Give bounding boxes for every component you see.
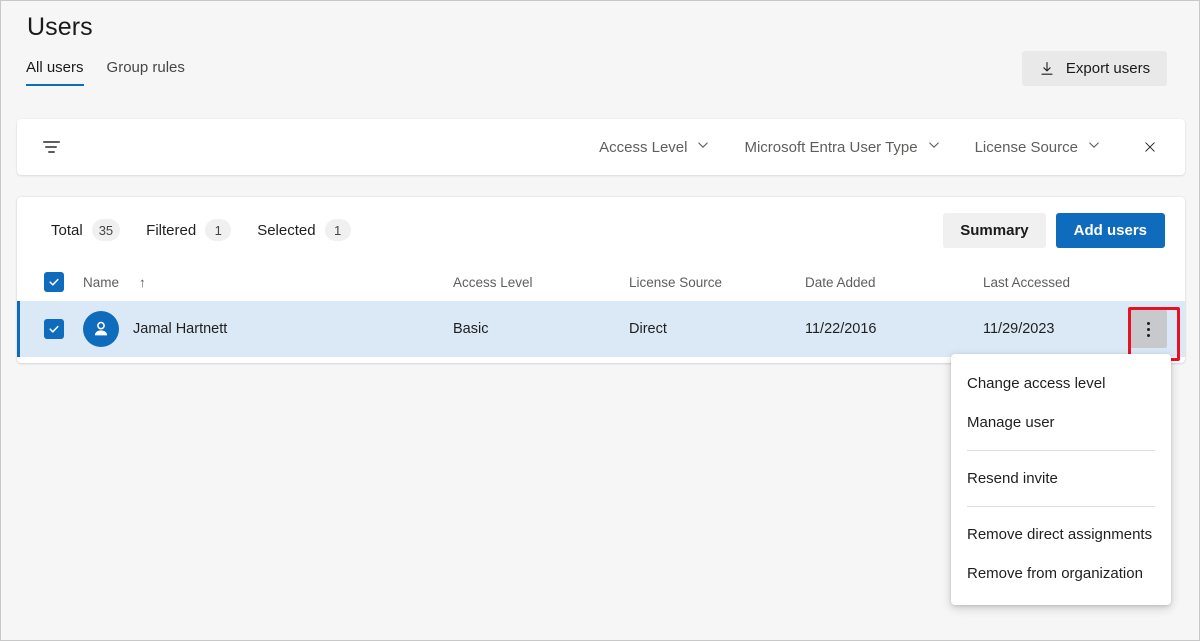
count-total-value: 35 [92,219,120,241]
row-name-cell: Jamal Hartnett [83,311,453,347]
select-all-cell [17,272,83,292]
users-page: Users All users Group rules Export users… [0,0,1200,641]
column-header-name-label: Name [83,275,119,290]
download-icon [1039,61,1055,77]
row-date-added: 11/22/2016 [805,321,983,337]
tab-all-users-label: All users [26,59,84,76]
count-selected-value: 1 [325,219,351,241]
table-header-row: Name ↑ Access Level License Source Date … [17,263,1185,301]
count-group: Total 35 Filtered 1 Selected 1 [51,219,351,241]
summary-button[interactable]: Summary [943,213,1045,248]
avatar [83,311,119,347]
filter-access-level-label: Access Level [599,139,687,156]
count-filtered: Filtered 1 [146,219,231,241]
column-header-date-added[interactable]: Date Added [805,275,983,290]
row-access-level: Basic [453,321,629,337]
count-selected-label: Selected [257,222,315,239]
menu-item-resend-invite[interactable]: Resend invite [951,459,1171,498]
row-checkbox[interactable] [44,319,64,339]
sort-ascending-icon: ↑ [139,275,146,290]
chevron-down-icon [927,138,941,156]
count-total-label: Total [51,222,83,239]
filter-entra-user-type-label: Microsoft Entra User Type [744,139,917,156]
more-vertical-icon[interactable] [1129,310,1167,348]
tab-group-rules-label: Group rules [107,59,185,76]
column-header-name[interactable]: Name ↑ [83,275,453,290]
export-users-button[interactable]: Export users [1022,51,1167,86]
column-header-last-accessed[interactable]: Last Accessed [983,275,1128,290]
chevron-down-icon [696,138,710,156]
chevron-down-icon [1087,138,1101,156]
row-select-cell [17,319,83,339]
row-actions-cell [1128,310,1185,348]
row-name-label: Jamal Hartnett [133,321,227,337]
select-all-checkbox[interactable] [44,272,64,292]
export-users-label: Export users [1066,60,1150,77]
filter-entra-user-type[interactable]: Microsoft Entra User Type [742,134,942,160]
row-last-accessed: 11/29/2023 [983,321,1128,337]
filter-access-level[interactable]: Access Level [597,134,712,160]
tab-list: All users Group rules [26,59,185,86]
count-filtered-label: Filtered [146,222,196,239]
count-filtered-value: 1 [205,219,231,241]
tab-all-users[interactable]: All users [26,59,84,86]
count-total: Total 35 [51,219,120,241]
menu-divider [967,450,1155,451]
menu-item-change-access-level[interactable]: Change access level [951,364,1171,403]
filter-dropdown-group: Access Level Microsoft Entra User Type L… [597,134,1185,160]
users-table-card: Total 35 Filtered 1 Selected 1 Summary A… [17,197,1185,363]
column-header-license-source[interactable]: License Source [629,275,805,290]
table-row[interactable]: Jamal Hartnett Basic Direct 11/22/2016 1… [17,301,1185,357]
menu-item-manage-user[interactable]: Manage user [951,403,1171,442]
filter-license-source[interactable]: License Source [973,134,1103,160]
page-title: Users [27,13,93,42]
menu-item-remove-from-organization[interactable]: Remove from organization [951,554,1171,593]
menu-divider [967,506,1155,507]
toolbar-actions: Summary Add users [943,213,1165,248]
filter-license-source-label: License Source [975,139,1078,156]
filter-bar: Access Level Microsoft Entra User Type L… [17,119,1185,175]
row-context-menu: Change access level Manage user Resend i… [951,354,1171,605]
menu-item-remove-direct-assignments[interactable]: Remove direct assignments [951,515,1171,554]
filter-icon[interactable] [43,134,69,160]
row-license-source: Direct [629,321,805,337]
add-users-button[interactable]: Add users [1056,213,1165,248]
tab-group-rules[interactable]: Group rules [107,59,185,86]
count-selected: Selected 1 [257,219,350,241]
column-header-access-level[interactable]: Access Level [453,275,629,290]
close-icon[interactable] [1137,134,1163,160]
table-toolbar: Total 35 Filtered 1 Selected 1 Summary A… [17,197,1185,263]
